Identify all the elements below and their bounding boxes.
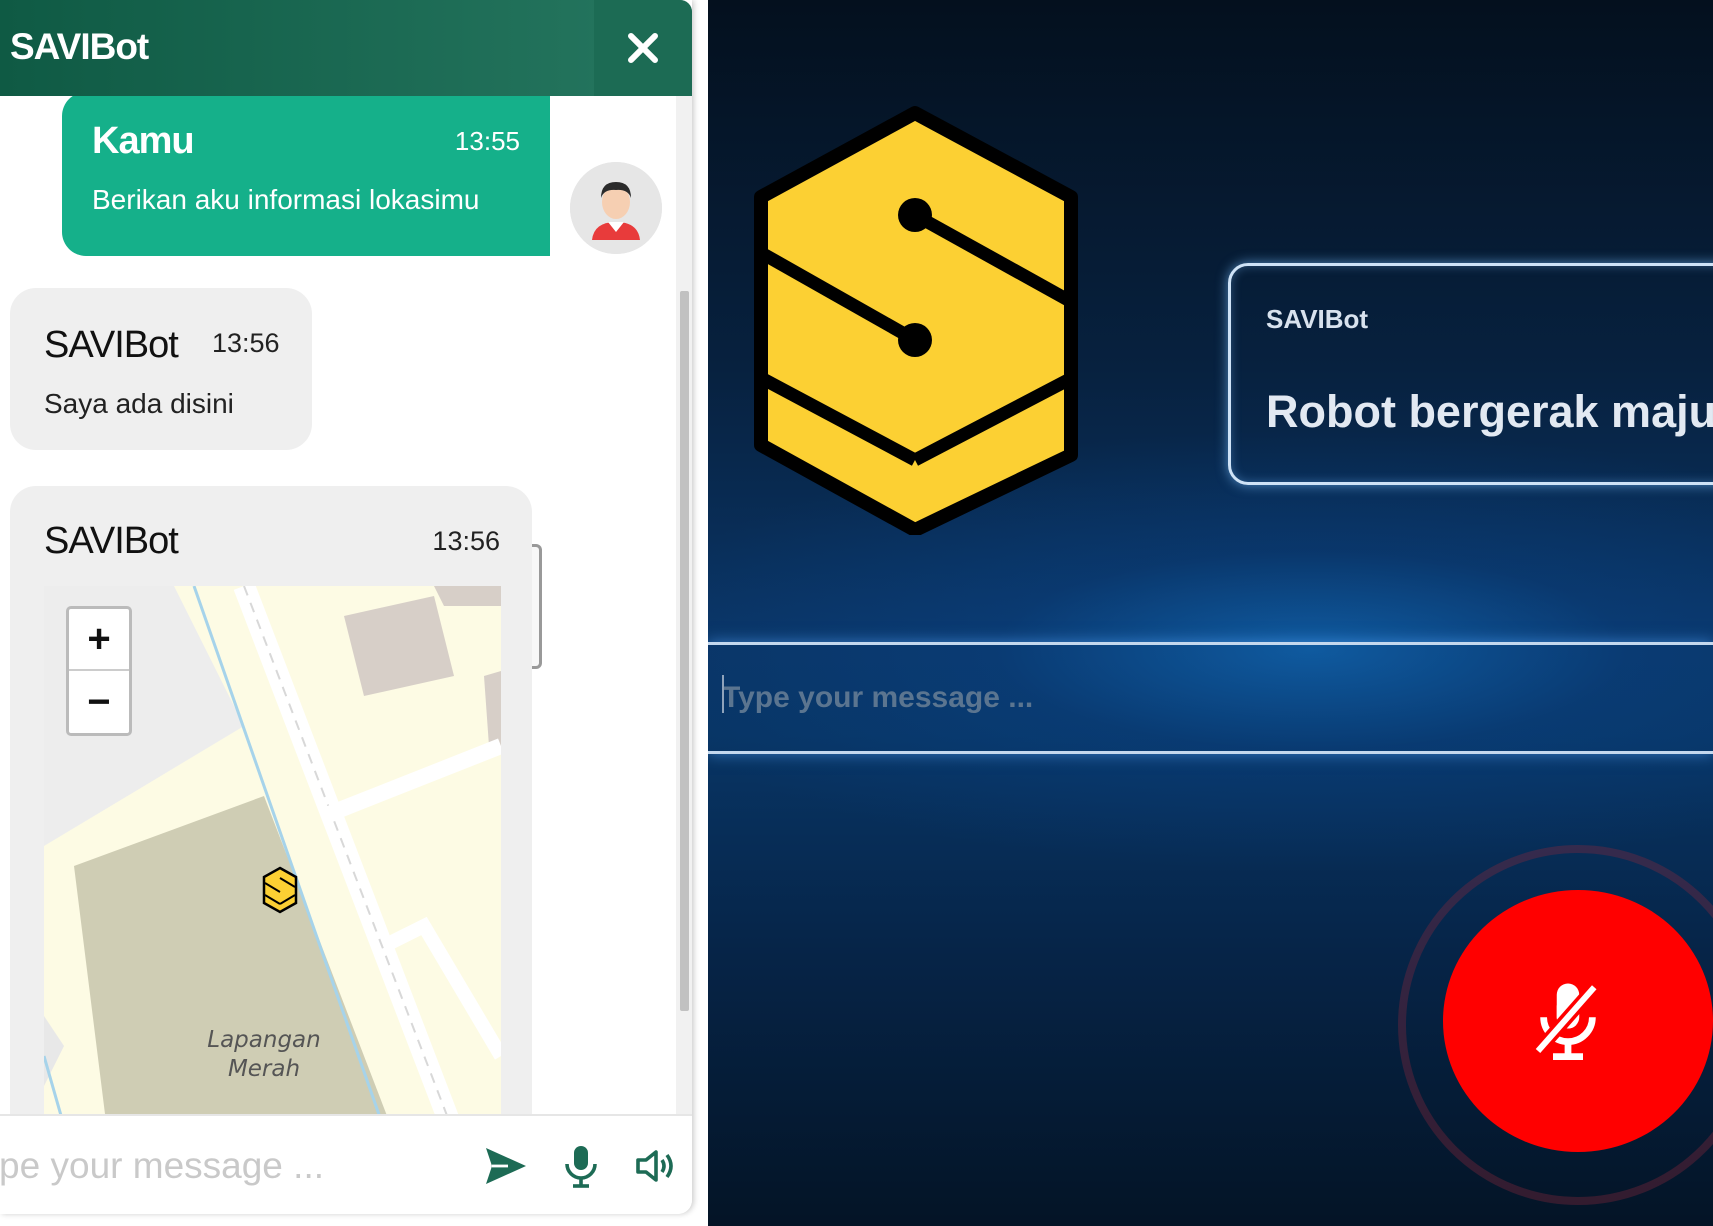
speech-card: SAVIBot Robot bergerak maju	[1228, 263, 1713, 485]
location-map[interactable]: + − Lapangan Merah	[44, 586, 501, 1114]
message-sender: SAVIBot	[44, 520, 179, 562]
chat-title: SAVIBot	[10, 26, 149, 67]
chat-messages[interactable]: Kamu 13:55 Berikan aku informasi lokasim…	[0, 96, 692, 1114]
scrollbar-thumb[interactable]	[680, 291, 689, 1011]
send-icon	[486, 1148, 526, 1184]
speech-sender: SAVIBot	[1266, 304, 1369, 334]
map-side-handle[interactable]	[532, 544, 542, 669]
zoom-in-button[interactable]: +	[69, 609, 129, 671]
user-message-bubble: Kamu 13:55 Berikan aku informasi lokasim…	[62, 96, 550, 256]
close-icon	[628, 33, 658, 63]
speaker-toggle-button[interactable]	[628, 1136, 684, 1196]
mic-toggle-button[interactable]	[1443, 890, 1713, 1152]
chat-footer	[0, 1114, 692, 1214]
stage-message-field	[708, 642, 1713, 754]
map-place-label-line2: Merah	[227, 1056, 301, 1082]
chat-widget: SAVIBot Kamu 13:55 Berikan aku informasi…	[0, 0, 692, 1214]
savibot-logo	[753, 105, 1078, 535]
voice-input-button[interactable]	[553, 1136, 609, 1196]
microphone-muted-icon	[1533, 982, 1600, 1060]
map-zoom-control: + −	[66, 606, 132, 736]
message-time: 13:55	[454, 126, 520, 156]
message-text: Saya ada disini	[44, 388, 234, 419]
chat-header: SAVIBot	[0, 0, 692, 96]
robot-stage: SAVIBot Robot bergerak maju	[708, 0, 1713, 1226]
message-time: 13:56	[212, 328, 280, 358]
message-text: Berikan aku informasi lokasimu	[92, 184, 480, 215]
robot-location-marker-icon[interactable]	[262, 866, 298, 914]
text-caret	[722, 675, 724, 713]
message-sender: Kamu	[92, 120, 195, 162]
map-place-label-line1: Lapangan	[207, 1027, 321, 1053]
chat-message-input[interactable]	[0, 1134, 460, 1198]
speech-text: Robot bergerak maju	[1266, 386, 1713, 437]
send-button[interactable]	[478, 1136, 534, 1196]
bot-message-bubble: SAVIBot 13:56 Saya ada disini	[10, 288, 312, 450]
user-avatar	[570, 162, 662, 254]
speaker-icon	[636, 1150, 673, 1182]
zoom-out-button[interactable]: −	[69, 671, 129, 733]
bot-map-message-bubble: SAVIBot 13:56 + − Lapangan Merah	[10, 486, 532, 1114]
map-place-label: Lapangan Merah	[194, 1026, 334, 1084]
message-sender: SAVIBot	[44, 324, 179, 366]
message-time: 13:56	[432, 526, 500, 556]
stage-message-input[interactable]	[708, 645, 1713, 751]
close-chat-button[interactable]	[594, 0, 692, 96]
microphone-icon	[565, 1146, 597, 1188]
